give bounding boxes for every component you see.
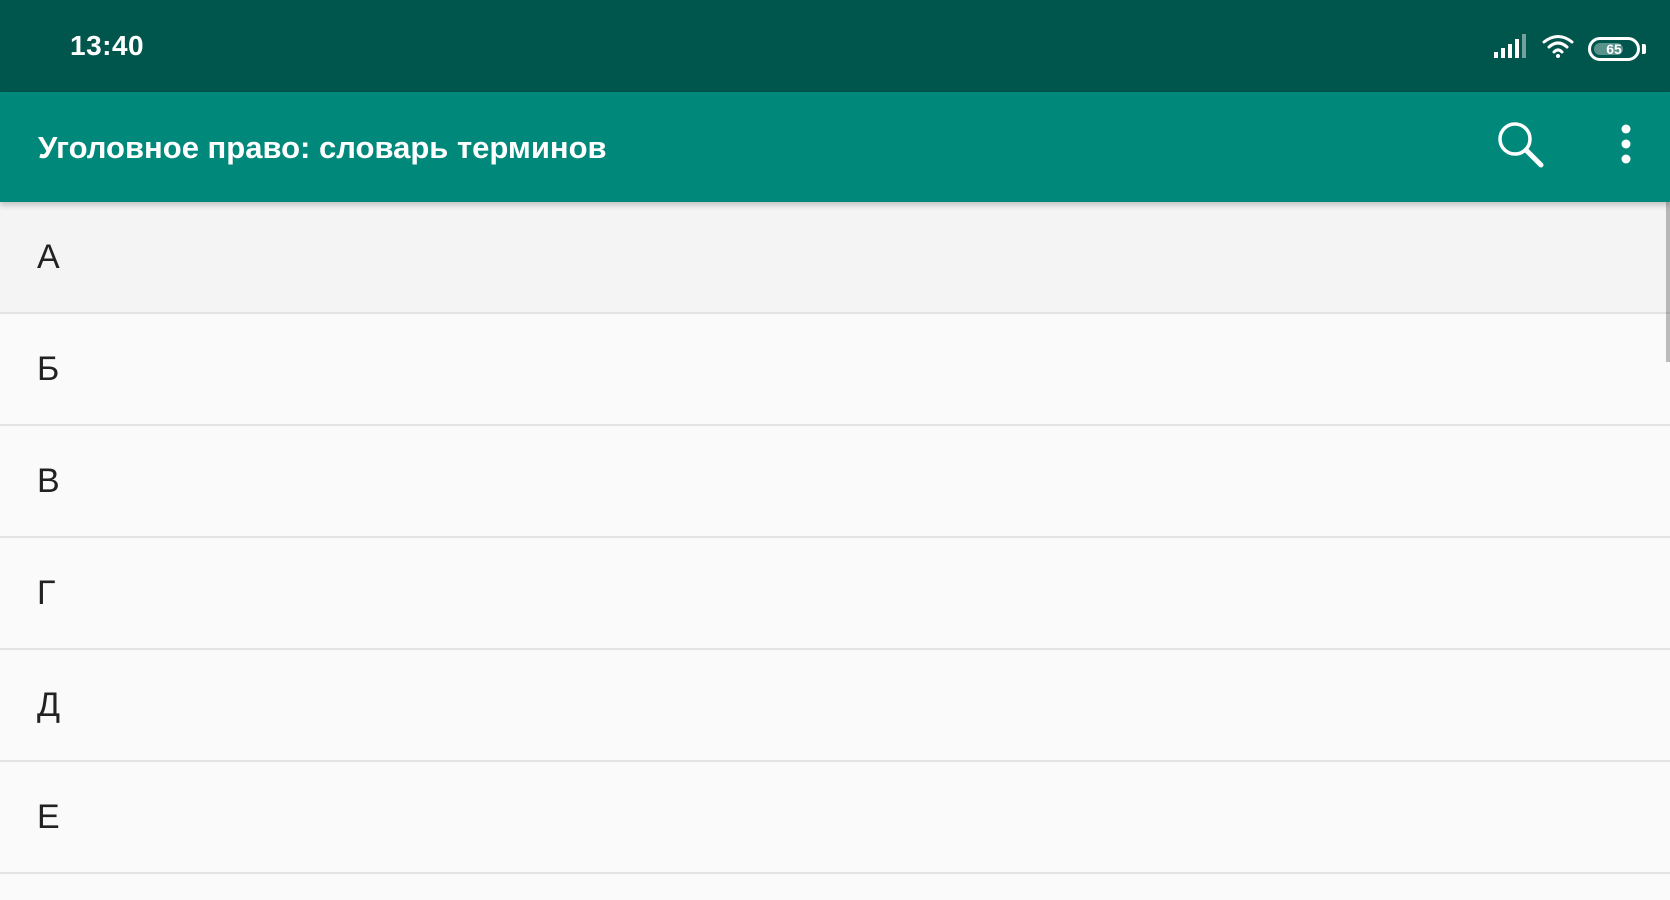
more-vert-icon (1619, 122, 1633, 171)
app-bar: Уголовное право: словарь терминов (0, 92, 1670, 202)
wifi-icon (1542, 34, 1574, 63)
status-bar: 13:40 65 (0, 0, 1670, 92)
app-title: Уголовное право: словарь терминов (38, 130, 607, 165)
list-item-label: Г (37, 573, 56, 612)
list-item-label: А (37, 237, 60, 276)
list-item[interactable]: Б (0, 314, 1670, 426)
battery-tip (1642, 43, 1646, 54)
search-button[interactable] (1488, 114, 1552, 178)
list-item-label: Д (37, 685, 61, 724)
battery-level: 65 (1606, 40, 1622, 57)
letter-list: А Б В Г Д Е (0, 202, 1670, 900)
status-time: 13:40 (70, 30, 145, 61)
list-item[interactable]: Е (0, 762, 1670, 874)
battery-icon: 65 (1588, 36, 1640, 61)
list-item-label: Б (37, 349, 60, 388)
list-item[interactable]: Г (0, 538, 1670, 650)
list-item-label: Е (37, 797, 60, 836)
more-options-button[interactable] (1594, 114, 1658, 178)
list-item[interactable]: А (0, 202, 1670, 314)
list-item-label: В (37, 461, 60, 500)
list-item[interactable]: Д (0, 650, 1670, 762)
app-screen: 13:40 65 Уголовное право: словарь термин… (0, 0, 1670, 900)
signal-icon (1494, 34, 1528, 63)
search-icon (1494, 118, 1546, 175)
status-icons: 65 (1494, 34, 1646, 63)
list-item[interactable]: В (0, 426, 1670, 538)
scrollbar[interactable] (1666, 202, 1670, 362)
